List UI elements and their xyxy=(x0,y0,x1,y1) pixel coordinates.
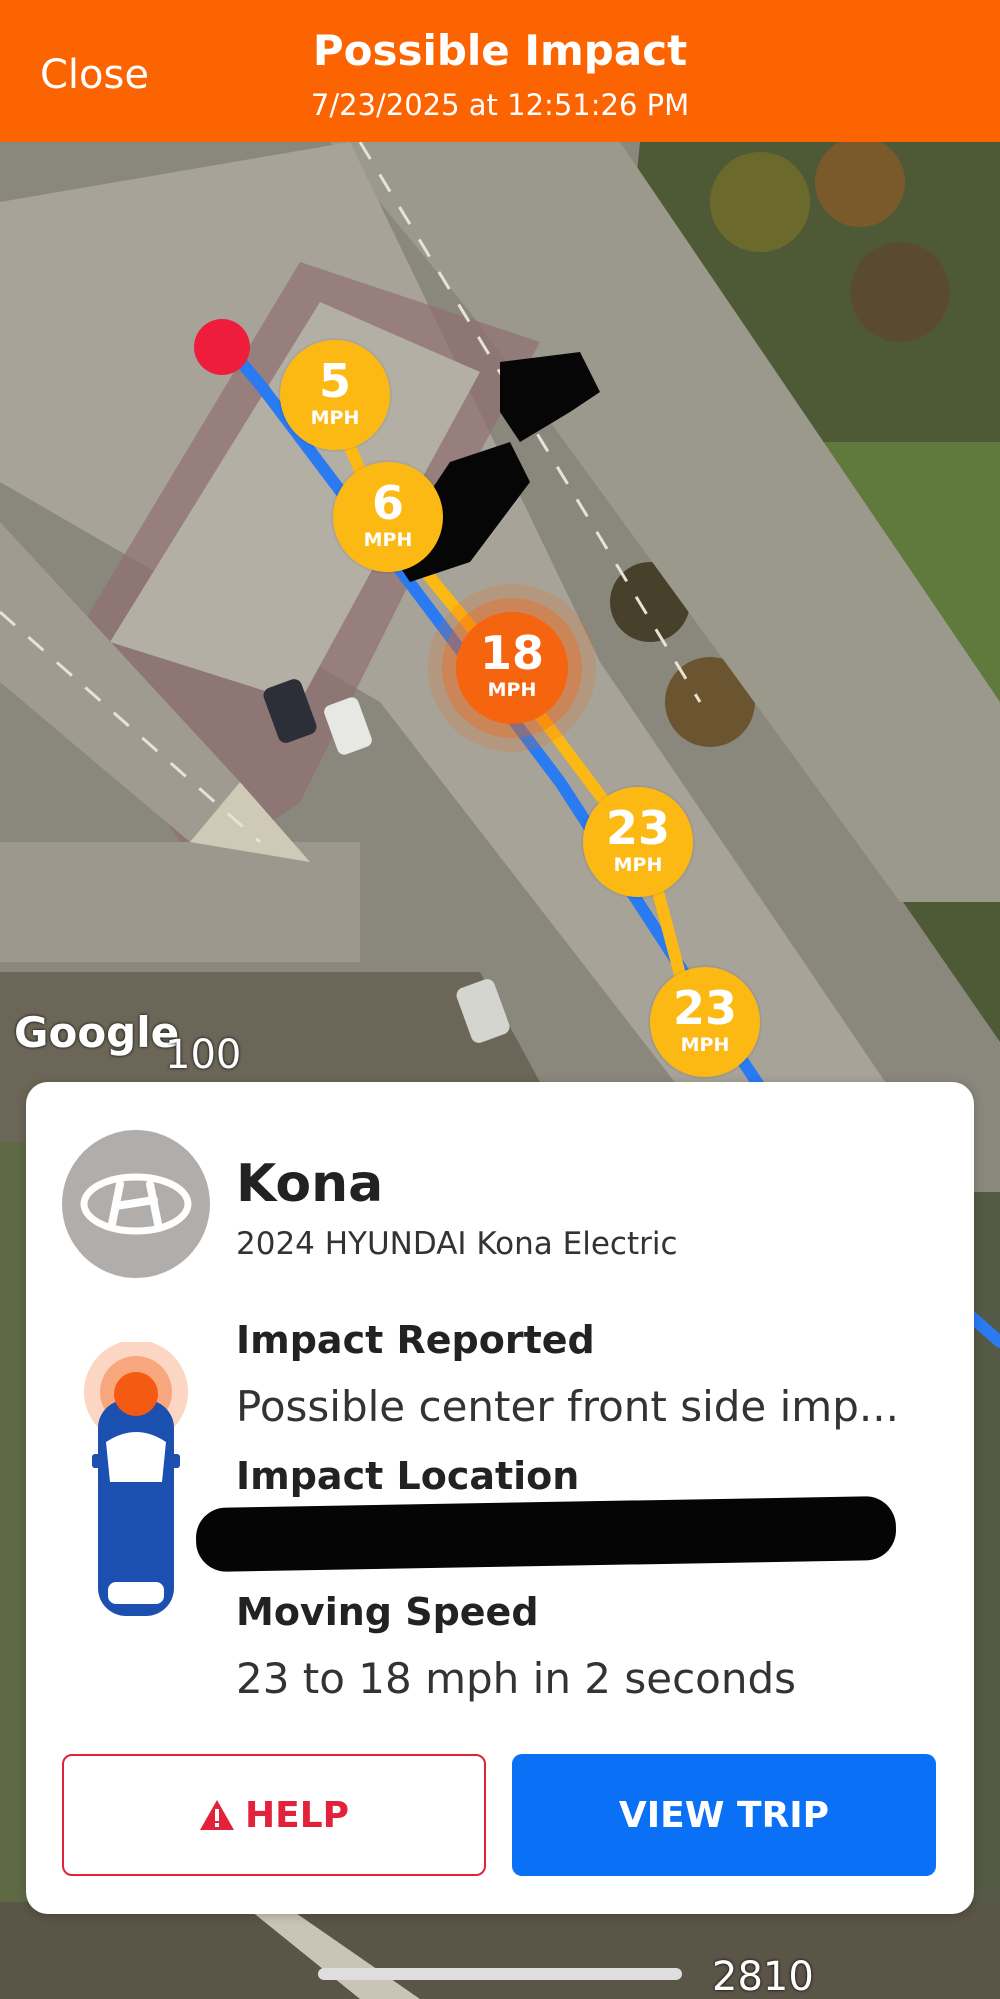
vehicle-model: 2024 HYUNDAI Kona Electric xyxy=(236,1226,678,1262)
warning-icon xyxy=(199,1799,235,1831)
speed-value: 23 xyxy=(672,981,737,1035)
speed-marker[interactable]: 23 MPH xyxy=(583,787,693,897)
speed-unit: MPH xyxy=(487,679,537,701)
home-indicator[interactable] xyxy=(318,1968,682,1980)
help-label: HELP xyxy=(244,1794,350,1836)
impact-reported-value: Possible center front side imp... xyxy=(236,1382,899,1431)
route-start-marker xyxy=(194,319,250,375)
speed-marker[interactable]: 23 MPH xyxy=(650,967,760,1077)
speed-unit: MPH xyxy=(680,1034,730,1056)
moving-speed-label: Moving Speed xyxy=(236,1590,539,1634)
speed-value: 18 xyxy=(479,626,544,680)
google-attribution: Google xyxy=(14,1008,180,1057)
view-trip-label: VIEW TRIP xyxy=(618,1794,830,1836)
speed-unit: MPH xyxy=(613,854,663,876)
speed-value: 5 xyxy=(318,354,351,408)
header-bar: Close Possible Impact 7/23/2025 at 12:51… xyxy=(0,0,1000,142)
help-button[interactable]: HELP xyxy=(62,1754,486,1876)
vehicle-name: Kona xyxy=(236,1154,384,1214)
car-impact-icon xyxy=(84,1340,194,1647)
speed-marker[interactable]: 6 MPH xyxy=(333,462,443,572)
road-label: 100 xyxy=(165,1032,242,1078)
road-label: 2810 xyxy=(712,1954,814,1999)
impact-timestamp: 7/23/2025 at 12:51:26 PM xyxy=(310,88,690,122)
view-trip-button[interactable]: VIEW TRIP xyxy=(512,1754,936,1876)
speed-marker-highlight[interactable]: 18 MPH xyxy=(456,612,568,724)
impact-location-label: Impact Location xyxy=(236,1454,580,1498)
page-title: Possible Impact xyxy=(312,26,688,75)
redacted-location xyxy=(195,1495,897,1573)
speed-value: 23 xyxy=(605,801,670,855)
hyundai-logo-icon xyxy=(62,1130,210,1278)
speed-unit: MPH xyxy=(363,529,413,551)
impact-details-card: Kona 2024 HYUNDAI Kona Electric Impact R… xyxy=(26,1082,974,1914)
speed-unit: MPH xyxy=(310,407,360,429)
speed-marker[interactable]: 5 MPH xyxy=(280,340,390,450)
moving-speed-value: 23 to 18 mph in 2 seconds xyxy=(236,1654,797,1703)
impact-reported-label: Impact Reported xyxy=(236,1318,595,1362)
speed-value: 6 xyxy=(371,476,404,530)
